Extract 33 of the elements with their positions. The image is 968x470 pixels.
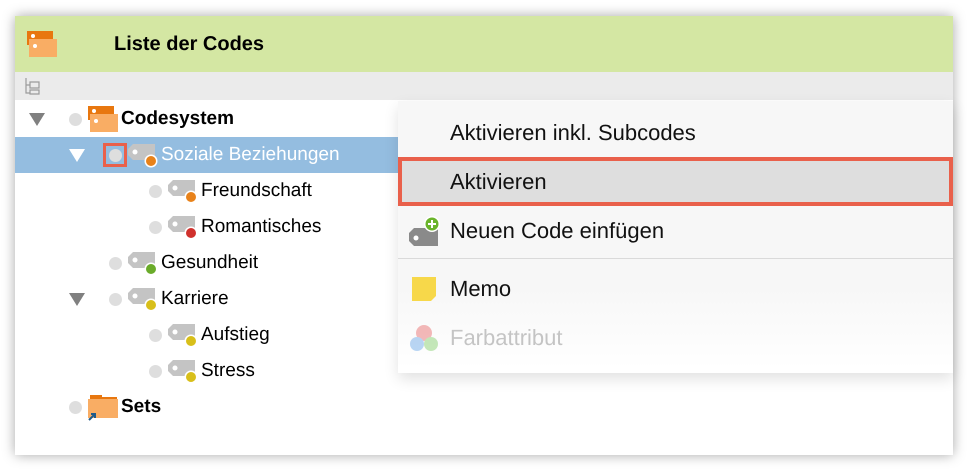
tree-item-label: Gesundheit [161, 250, 258, 275]
tree-item-label: Freundschaft [201, 178, 312, 203]
disclosure-triangle-icon[interactable] [29, 112, 45, 126]
hierarchy-icon[interactable] [25, 77, 41, 95]
tree-row[interactable]: Aufstieg [15, 317, 398, 353]
window-title: Liste der Codes [114, 32, 264, 57]
menu-item[interactable]: Neuen Code einfügen [398, 206, 953, 255]
disclosure-triangle-icon[interactable] [69, 148, 85, 162]
tree-row[interactable]: Codesystem [15, 101, 398, 137]
tree-item-label: Romantisches [201, 214, 322, 239]
add-tag-icon [408, 216, 440, 246]
tree-row[interactable]: Freundschaft [15, 173, 398, 209]
tree-row[interactable]: Gesundheit [15, 245, 398, 281]
tree-item-label: Stress [201, 358, 255, 383]
colored-circles-icon [409, 324, 439, 352]
activation-dot-frame[interactable] [103, 143, 127, 167]
tags-icon [87, 105, 120, 133]
memo-icon [411, 276, 437, 302]
disclosure-triangle-icon[interactable] [69, 292, 85, 306]
tags-icon [26, 30, 59, 58]
menu-item[interactable]: Memo [398, 264, 953, 313]
folder-icon [87, 393, 120, 421]
tree-row[interactable]: Karriere [15, 281, 398, 317]
menu-item[interactable]: Aktivieren inkl. Subcodes [398, 108, 953, 157]
tree-row[interactable]: Romantisches [15, 209, 398, 245]
tree-item-label: Sets [121, 394, 162, 419]
tree-row[interactable]: Stress [15, 353, 398, 389]
tree-row[interactable]: Sets [15, 389, 398, 425]
tree-item-label: Codesystem [121, 106, 234, 131]
tree-item-label: Soziale Beziehungen [161, 142, 340, 167]
tree-item-label: Karriere [161, 286, 229, 311]
menu-item[interactable]: Aktivieren [398, 157, 953, 206]
tree-item-label: Aufstieg [201, 322, 270, 347]
